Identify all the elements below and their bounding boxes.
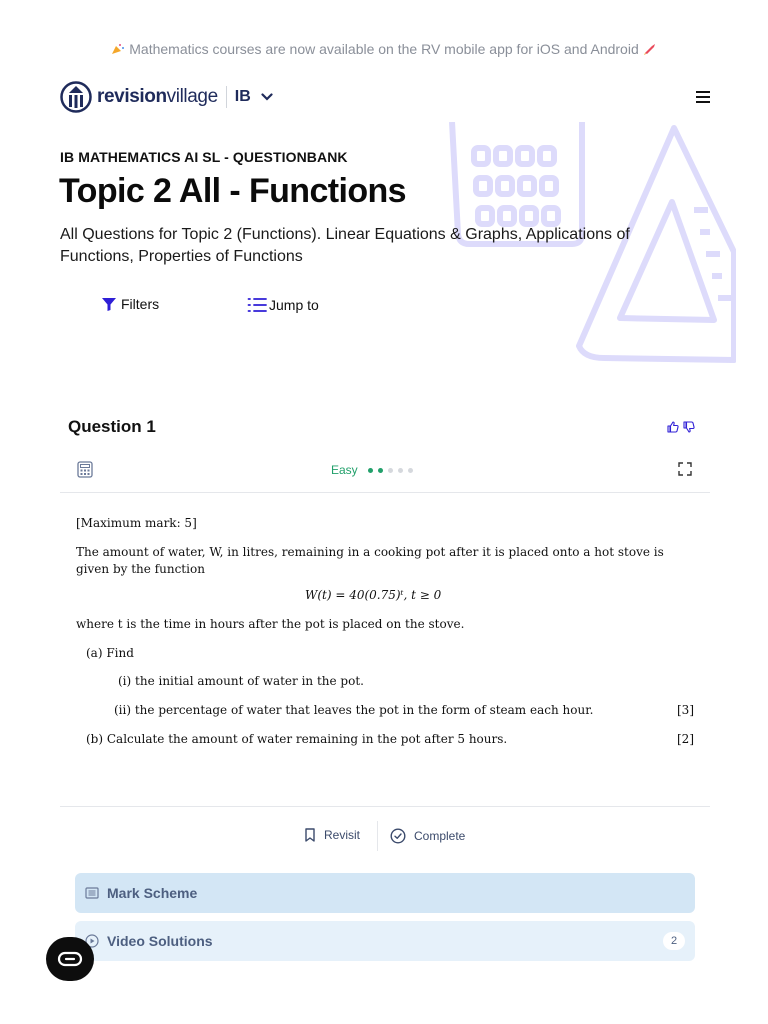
chevron-down-icon xyxy=(261,93,273,101)
complete-button[interactable]: Complete xyxy=(390,828,465,844)
difficulty-label: Easy xyxy=(331,463,358,477)
page-title: Topic 2 All - Functions xyxy=(59,172,407,210)
chat-support-button[interactable] xyxy=(46,937,94,981)
question-title: Question 1 xyxy=(68,417,156,436)
announcement-text[interactable]: Mathematics courses are now available on… xyxy=(129,41,638,57)
document-list-icon xyxy=(85,887,99,899)
part-a-marks: [3] xyxy=(677,703,694,717)
rocket-icon xyxy=(643,42,657,55)
difficulty-dot xyxy=(377,467,383,473)
check-circle-icon xyxy=(390,828,406,844)
jump-to-button[interactable]: Jump to xyxy=(247,296,319,314)
difficulty-dot xyxy=(387,467,393,473)
filter-funnel-icon xyxy=(102,298,116,311)
difficulty-indicator: Easy xyxy=(331,463,413,477)
logo-bold: revision xyxy=(97,86,167,107)
party-popper-icon xyxy=(111,42,125,54)
list-icon xyxy=(247,298,267,312)
part-a-label: (a) Find xyxy=(86,646,134,660)
page-kicker: IB MATHEMATICS AI SL - QUESTIONBANK xyxy=(60,149,348,165)
question-feedback xyxy=(667,420,695,433)
filters-button[interactable]: Filters xyxy=(101,296,159,312)
revisit-button[interactable]: Revisit xyxy=(304,828,360,842)
action-divider xyxy=(60,806,710,807)
thumbs-down-icon[interactable] xyxy=(683,420,695,433)
filters-label: Filters xyxy=(121,296,160,312)
difficulty-dot xyxy=(397,467,403,473)
bookmark-icon xyxy=(305,828,315,842)
part-b: (b) Calculate the amount of water remain… xyxy=(86,732,508,746)
program-label: IB xyxy=(234,88,251,105)
difficulty-dot xyxy=(367,467,373,473)
question-intro: The amount of water, W, in litres, remai… xyxy=(76,545,664,576)
question-formula: W(t) = 40(0.75)ᵗ, t ≥ 0 xyxy=(305,588,442,602)
part-a-ii: (ii) the percentage of water that leaves… xyxy=(114,703,594,717)
part-b-marks: [2] xyxy=(677,732,694,746)
part-a-i: (i) the initial amount of water in the p… xyxy=(118,674,364,688)
page-description: All Questions for Topic 2 (Functions). L… xyxy=(60,226,630,265)
video-solutions-panel[interactable]: Video Solutions 2 xyxy=(75,921,695,961)
brand-logo-text[interactable]: revisionvillage xyxy=(97,86,218,108)
difficulty-dots xyxy=(367,467,413,473)
mark-scheme-label: Mark Scheme xyxy=(107,885,198,901)
logo-light: village xyxy=(166,86,218,107)
mark-scheme-panel[interactable]: Mark Scheme xyxy=(75,873,695,913)
revision-village-logo-icon[interactable] xyxy=(60,81,92,113)
thumbs-up-icon[interactable] xyxy=(667,420,679,433)
jump-to-label: Jump to xyxy=(269,297,319,313)
max-mark: [Maximum mark: 5] xyxy=(76,516,197,530)
chat-bubble-icon xyxy=(57,951,83,967)
revisit-label: Revisit xyxy=(324,828,361,842)
difficulty-dot xyxy=(407,467,413,473)
video-count-badge: 2 xyxy=(663,932,685,950)
fullscreen-expand-icon[interactable] xyxy=(678,462,692,476)
top-navigation: revisionvillage IB xyxy=(60,80,712,114)
calculator-icon[interactable] xyxy=(77,461,93,478)
complete-label: Complete xyxy=(414,829,466,843)
question-where: where t is the time in hours after the p… xyxy=(76,617,465,631)
action-vertical-divider xyxy=(377,821,378,851)
video-solutions-label: Video Solutions xyxy=(107,933,213,949)
hamburger-icon[interactable] xyxy=(694,90,712,104)
program-selector[interactable]: IB xyxy=(235,88,273,106)
logo-divider xyxy=(225,86,227,108)
question-toolbar: Easy xyxy=(60,458,710,493)
announcement-bar[interactable]: Mathematics courses are now available on… xyxy=(0,41,768,57)
